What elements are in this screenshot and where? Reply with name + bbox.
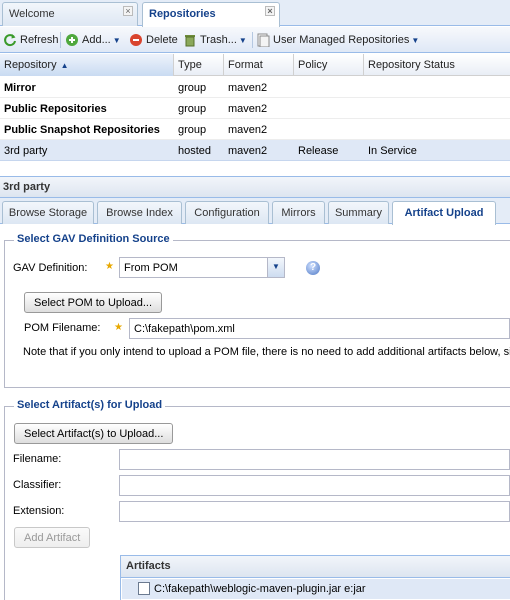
gav-definition-value: From POM <box>124 262 178 274</box>
tab-welcome-label: Welcome <box>9 8 55 20</box>
tab-summary[interactable]: Summary <box>328 201 389 224</box>
repository-type: group <box>178 124 207 136</box>
classifier-field[interactable] <box>119 475 510 496</box>
chevron-down-icon: ▼ <box>411 35 420 45</box>
refresh-button[interactable]: Refresh <box>3 31 59 49</box>
gav-definition-label: GAV Definition: <box>13 262 88 274</box>
gav-definition-select[interactable]: From POM ▼ <box>119 257 285 278</box>
toolbar: Refresh Add... ▼ Delete Trash... ▼ User … <box>0 27 510 53</box>
required-star-icon: ★ <box>114 322 123 333</box>
column-label: Format <box>228 59 263 71</box>
filename-label: Filename: <box>13 453 62 465</box>
trash-label: Trash... <box>200 34 237 46</box>
sort-ascending-icon: ▲ <box>60 61 69 70</box>
tab-artifact-upload[interactable]: Artifact Upload <box>392 201 496 225</box>
repository-name: Public Repositories <box>4 103 107 115</box>
detail-panel-title: 3rd party <box>0 176 510 198</box>
artifact-section-legend: Select Artifact(s) for Upload <box>14 399 166 411</box>
trash-icon <box>185 35 195 47</box>
add-label: Add... <box>82 34 111 46</box>
document-icon <box>257 33 270 47</box>
artifact-path: C:\fakepath\weblogic-maven-plugin.jar e:… <box>154 583 366 595</box>
required-star-icon: ★ <box>105 261 114 272</box>
extension-field[interactable] <box>119 501 510 522</box>
repository-format: maven2 <box>228 145 268 157</box>
main-tab-bar: Welcome × Repositories × <box>0 0 510 27</box>
add-artifact-button[interactable]: Add Artifact <box>14 527 91 548</box>
table-row-selected[interactable]: 3rd party hosted maven2 Release In Servi… <box>0 140 510 161</box>
repository-name: 3rd party <box>4 145 48 157</box>
repository-policy <box>294 119 364 140</box>
chevron-down-icon: ▼ <box>238 35 247 45</box>
user-managed-repositories-button[interactable]: User Managed Repositories ▼ <box>256 31 419 49</box>
table-row[interactable]: Mirror group maven2 <box>0 77 510 98</box>
tab-welcome[interactable]: Welcome × <box>2 2 138 26</box>
column-label: Policy <box>298 59 328 71</box>
repository-type: group <box>178 82 207 94</box>
grid-header: Repository ▲ Type Format Policy Repositor… <box>0 54 510 76</box>
gav-section-legend: Select GAV Definition Source <box>14 233 173 245</box>
repository-type: hosted <box>178 145 212 157</box>
column-header-status[interactable]: Repository Status <box>364 54 510 76</box>
repository-policy <box>294 77 364 98</box>
tab-browse-index[interactable]: Browse Index <box>97 201 182 224</box>
help-icon[interactable]: ? <box>306 261 320 275</box>
add-button[interactable]: Add... ▼ <box>65 31 121 49</box>
tab-repositories[interactable]: Repositories × <box>142 2 280 27</box>
repository-status <box>364 98 510 119</box>
table-row[interactable]: Public Snapshot Repositories group maven… <box>0 119 510 140</box>
select-artifacts-button[interactable]: Select Artifact(s) to Upload... <box>14 423 174 444</box>
repository-format: maven2 <box>228 82 268 94</box>
close-icon[interactable]: × <box>265 6 275 16</box>
pom-filename-field[interactable]: C:\fakepath\pom.xml <box>129 318 510 339</box>
delete-button[interactable]: Delete <box>129 31 178 49</box>
artifacts-header: Artifacts <box>121 556 510 578</box>
column-header-type[interactable]: Type <box>174 54 224 76</box>
list-item[interactable]: C:\fakepath\weblogic-maven-plugin.jar e:… <box>122 579 510 599</box>
repository-name: Mirror <box>4 82 36 94</box>
repository-status: In Service <box>368 145 417 157</box>
column-label: Type <box>178 59 202 71</box>
pom-filename-label: POM Filename: <box>24 322 101 334</box>
column-header-repository[interactable]: Repository ▲ <box>0 54 174 76</box>
table-row[interactable]: Public Repositories group maven2 <box>0 98 510 119</box>
refresh-label: Refresh <box>20 34 59 46</box>
refresh-icon <box>4 34 16 47</box>
trash-button[interactable]: Trash... ▼ <box>183 31 247 49</box>
column-label: Repository <box>4 59 57 71</box>
repository-format: maven2 <box>228 124 268 136</box>
repository-policy: Release <box>298 145 339 157</box>
file-icon <box>138 582 150 595</box>
tab-mirrors[interactable]: Mirrors <box>272 201 325 224</box>
tab-configuration[interactable]: Configuration <box>185 201 269 224</box>
tab-browse-storage[interactable]: Browse Storage <box>2 201 94 224</box>
repository-status <box>364 119 510 140</box>
add-icon <box>66 34 78 46</box>
chevron-down-icon: ▼ <box>112 35 121 45</box>
pom-upload-note: Note that if you only intend to upload a… <box>23 346 510 358</box>
delete-label: Delete <box>146 34 178 46</box>
repository-status <box>364 77 510 98</box>
repository-name: Public Snapshot Repositories <box>4 124 160 136</box>
extension-label: Extension: <box>13 505 65 517</box>
column-header-format[interactable]: Format <box>224 54 294 76</box>
close-icon[interactable]: × <box>123 6 133 16</box>
filename-field[interactable] <box>119 449 510 470</box>
artifacts-list-panel: Artifacts C:\fakepath\weblogic-maven-plu… <box>120 555 510 600</box>
classifier-label: Classifier: <box>13 479 62 491</box>
column-header-policy[interactable]: Policy <box>294 54 364 76</box>
repository-format: maven2 <box>228 103 268 115</box>
toolbar-divider <box>252 32 253 48</box>
repository-policy <box>294 98 364 119</box>
delete-icon <box>130 34 142 46</box>
user-managed-label: User Managed Repositories <box>273 34 410 46</box>
repository-type: group <box>178 103 207 115</box>
select-pom-button[interactable]: Select POM to Upload... <box>24 292 162 313</box>
tab-repositories-label: Repositories <box>149 8 216 20</box>
toolbar-divider <box>60 32 61 48</box>
column-label: Repository Status <box>368 59 455 71</box>
detail-tab-bar: Browse Storage Browse Index Configuratio… <box>0 198 510 225</box>
chevron-down-icon[interactable]: ▼ <box>267 258 284 277</box>
